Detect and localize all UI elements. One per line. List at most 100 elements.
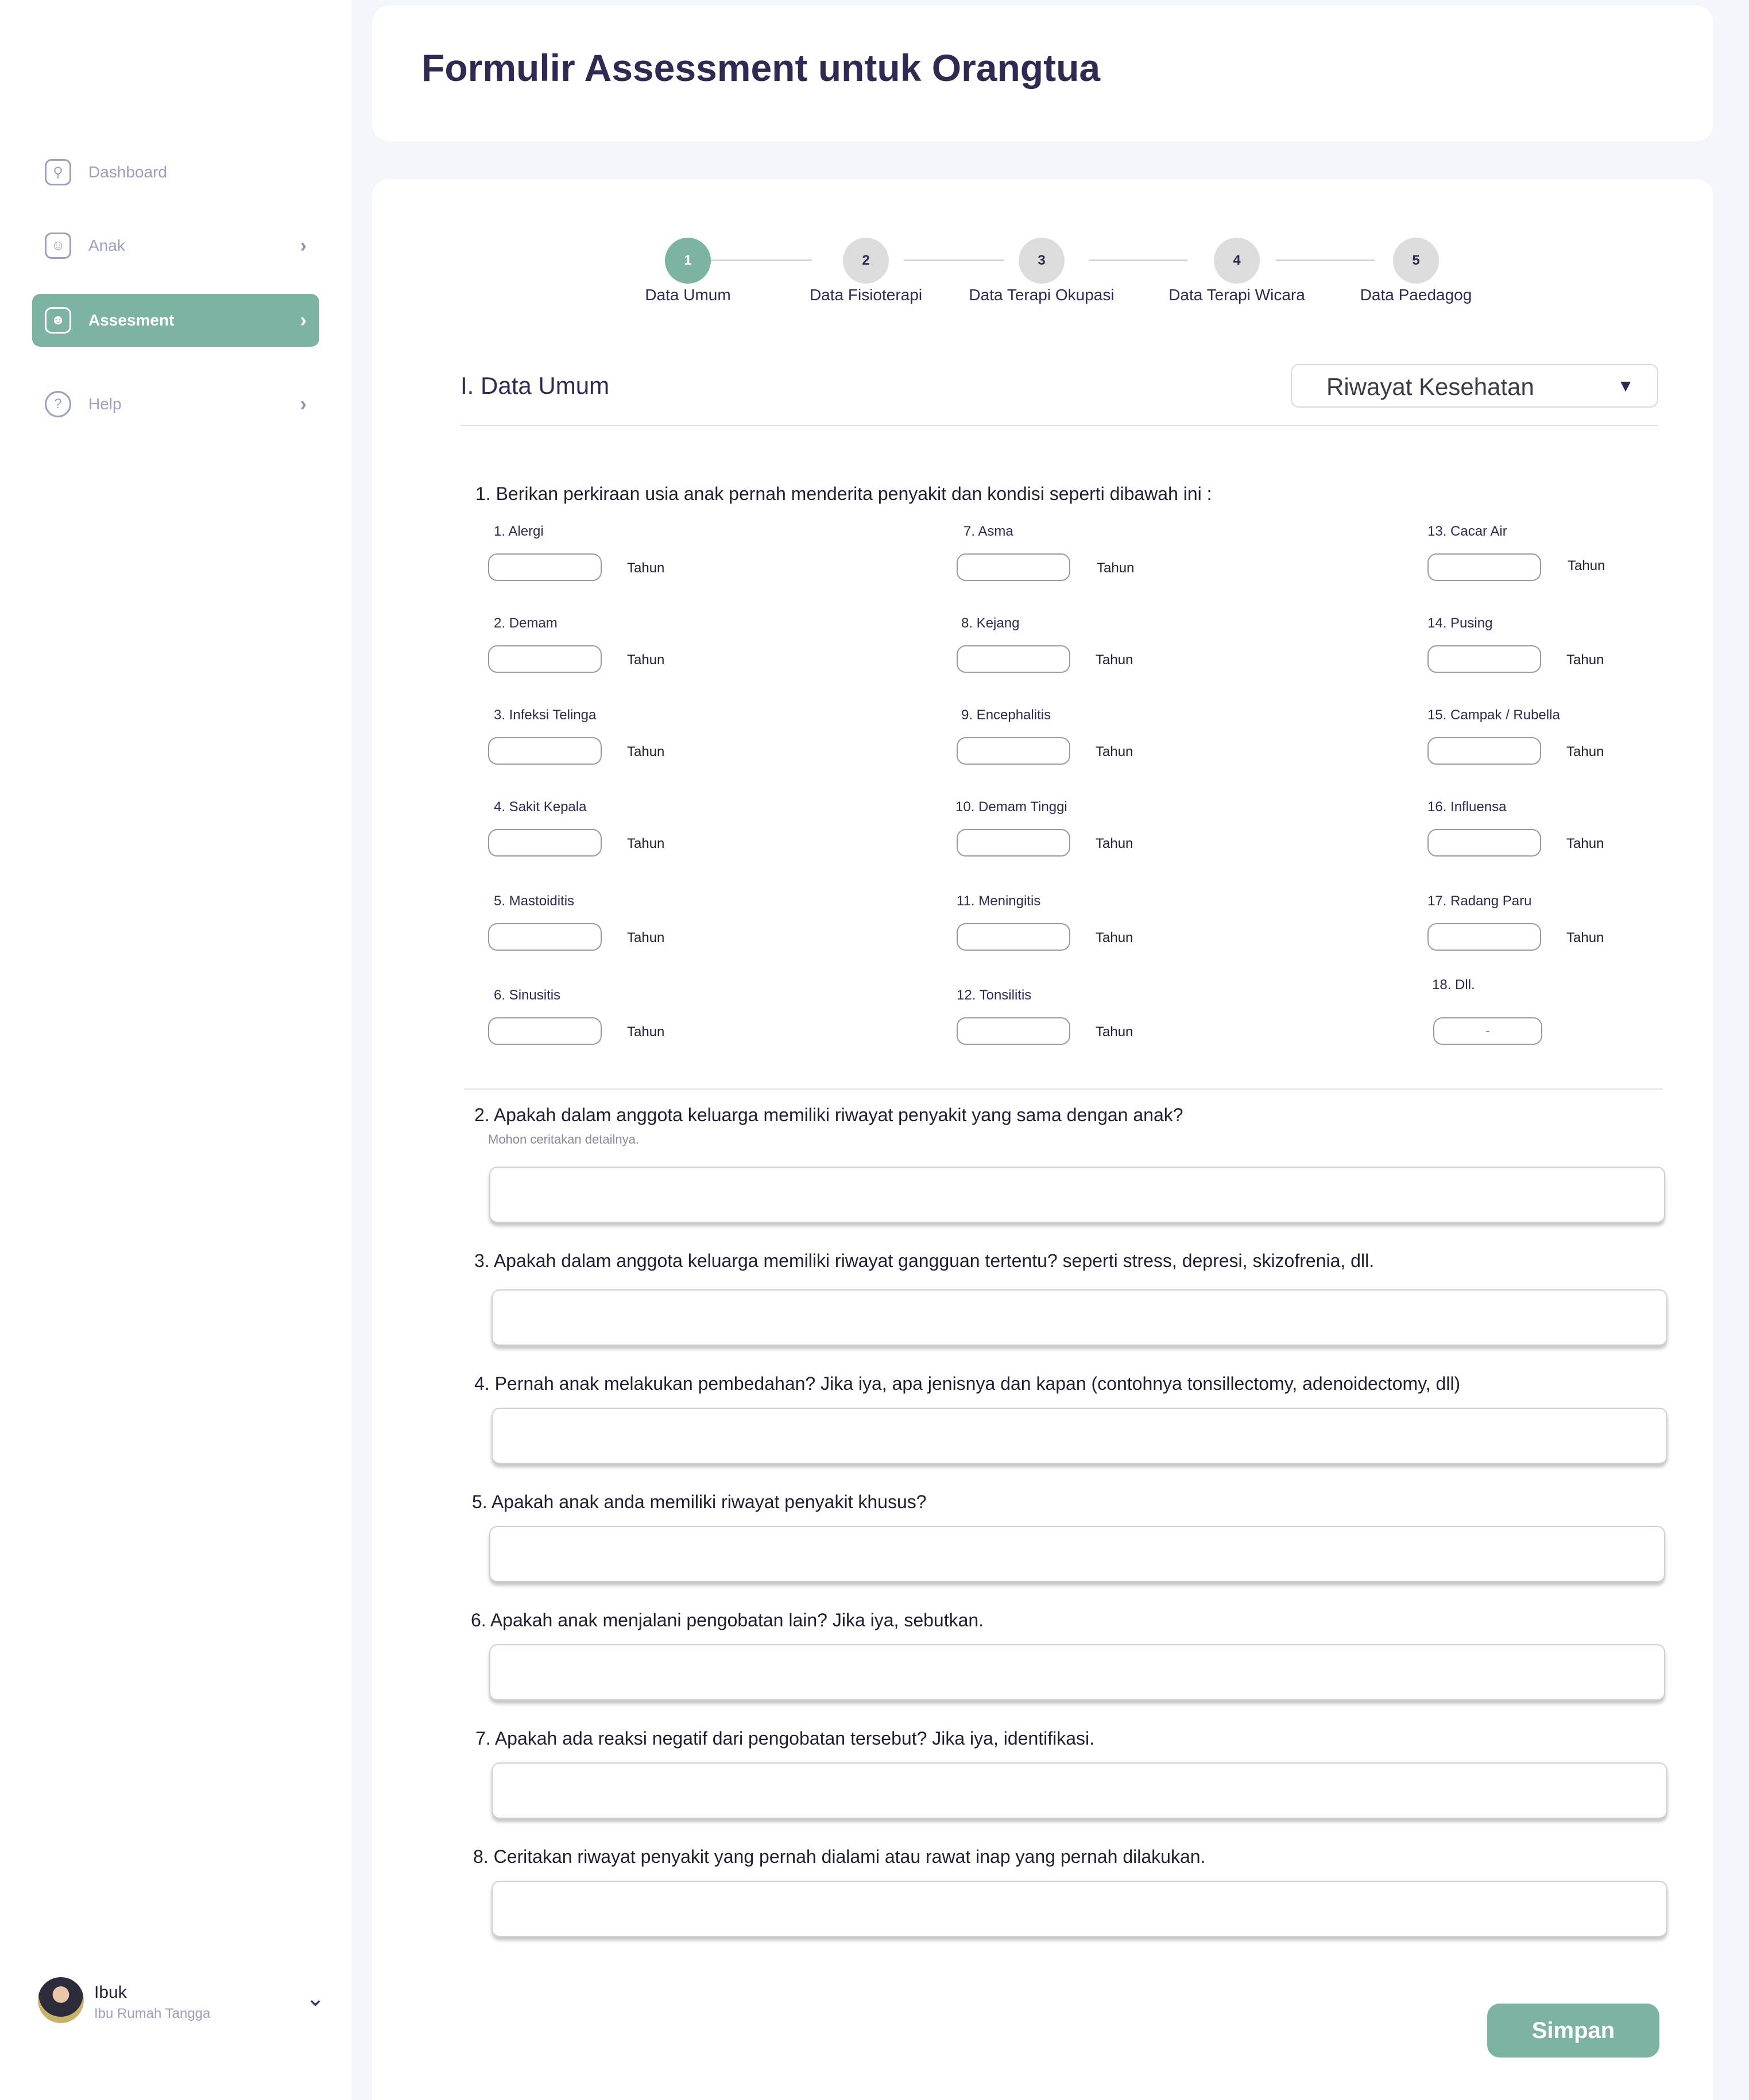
disease-label: 11. Meningitis — [957, 893, 1041, 909]
unit-label: Tahun — [1566, 930, 1604, 946]
unit-label: Tahun — [1096, 652, 1133, 668]
disease-label: 6. Sinusitis — [494, 987, 561, 1003]
question-7-text: 7. Apakah ada reaksi negatif dari pengob… — [475, 1728, 1095, 1749]
age-input-mastoiditis[interactable] — [488, 923, 602, 951]
unit-label: Tahun — [1566, 836, 1604, 851]
section-title: I. Data Umum — [461, 372, 610, 399]
chevron-down-icon: ▼ — [1617, 377, 1634, 396]
disease-label: 18. Dll. — [1432, 977, 1475, 993]
disease-label: 3. Infeksi Telinga — [494, 707, 597, 723]
dropdown-value: Riwayat Kesehatan — [1326, 373, 1534, 400]
age-input-infeksi-telinga[interactable] — [488, 737, 602, 765]
age-input-kejang[interactable] — [957, 645, 1070, 673]
divider — [464, 1088, 1663, 1090]
category-dropdown[interactable]: Riwayat Kesehatan ▼ — [1291, 364, 1658, 408]
age-input-sinusitis[interactable] — [488, 1017, 602, 1045]
chevron-right-icon: › — [300, 309, 307, 331]
disease-label: 17. Radang Paru — [1427, 893, 1532, 909]
stepper-connector — [1089, 259, 1187, 261]
smile-icon: ☺ — [45, 233, 71, 259]
age-input-demam[interactable] — [488, 645, 602, 673]
user-icon: ☻ — [45, 307, 71, 334]
stepper-connector — [1276, 259, 1375, 261]
user-profile[interactable]: Ibuk Ibu Rumah Tangga ⌄ — [38, 1975, 325, 2024]
search-icon: ⚲ — [45, 159, 71, 185]
disease-label: 5. Mastoiditis — [494, 893, 575, 909]
step-label: Data Paedagog — [1360, 286, 1472, 304]
age-input-radang-paru[interactable] — [1427, 923, 1541, 951]
answer-5-field[interactable] — [489, 1526, 1665, 1582]
answer-2-field[interactable] — [489, 1167, 1665, 1223]
age-input-demam-tinggi[interactable] — [957, 829, 1070, 857]
sidebar-item-label: Dashboard — [88, 163, 167, 181]
step-label: Data Terapi Okupasi — [969, 286, 1115, 304]
unit-label: Tahun — [627, 930, 665, 946]
age-input-cacar-air[interactable] — [1427, 553, 1541, 581]
age-input-encephalitis[interactable] — [957, 737, 1070, 765]
age-input-campak-rubella[interactable] — [1427, 737, 1541, 765]
disease-label: 14. Pusing — [1427, 615, 1493, 631]
age-input-asma[interactable] — [957, 553, 1070, 581]
age-input-sakit-kepala[interactable] — [488, 829, 602, 857]
disease-label: 1. Alergi — [494, 524, 544, 539]
disease-label: 8. Kejang — [961, 615, 1020, 631]
sidebar-item-anak[interactable]: ☺ Anak › — [32, 219, 319, 272]
age-input-tonsilitis[interactable] — [957, 1017, 1070, 1045]
sidebar-item-assesment[interactable]: ☻ Assesment › — [32, 294, 319, 347]
step-1[interactable]: 1 — [665, 238, 711, 284]
step-2[interactable]: 2 — [843, 238, 889, 284]
age-input-meningitis[interactable] — [957, 923, 1070, 951]
sidebar-item-dashboard[interactable]: ⚲ Dashboard — [32, 146, 319, 199]
header-card: Formulir Assessment untuk Orangtua — [372, 6, 1713, 141]
step-5[interactable]: 5 — [1393, 238, 1439, 284]
sidebar-item-help[interactable]: ? Help › — [32, 378, 319, 431]
unit-label: Tahun — [1097, 560, 1135, 576]
disease-label: 10. Demam Tinggi — [955, 799, 1067, 815]
disease-label: 9. Encephalitis — [961, 707, 1051, 723]
answer-7-field[interactable] — [492, 1762, 1667, 1819]
step-label: Data Terapi Wicara — [1168, 286, 1305, 304]
question-2-hint: Mohon ceritakan detailnya. — [488, 1132, 639, 1146]
divider — [461, 425, 1658, 426]
unit-label: Tahun — [627, 652, 665, 668]
page-title: Formulir Assessment untuk Orangtua — [421, 47, 1101, 89]
answer-3-field[interactable] — [492, 1289, 1667, 1346]
sidebar: ⚲ Dashboard ☺ Anak › ☻ Assesment › ? Hel… — [0, 0, 351, 2100]
unit-label: Tahun — [1566, 744, 1604, 760]
other-disease-input[interactable] — [1433, 1017, 1542, 1045]
user-role: Ibu Rumah Tangga — [94, 2006, 211, 2021]
sidebar-item-label: Assesment — [88, 311, 175, 329]
answer-8-field[interactable] — [492, 1881, 1667, 1937]
unit-label: Tahun — [1566, 652, 1604, 668]
help-icon: ? — [45, 391, 71, 417]
age-input-alergi[interactable] — [488, 553, 602, 581]
step-label: Data Umum — [645, 286, 731, 304]
step-label: Data Fisioterapi — [809, 286, 923, 304]
unit-label: Tahun — [627, 744, 665, 760]
unit-label: Tahun — [1096, 836, 1133, 851]
avatar — [38, 1977, 84, 2023]
answer-4-field[interactable] — [492, 1408, 1667, 1464]
question-8-text: 8. Ceritakan riwayat penyakit yang perna… — [473, 1846, 1206, 1867]
chevron-down-icon[interactable]: ⌄ — [305, 1985, 325, 2012]
step-3[interactable]: 3 — [1019, 238, 1065, 284]
save-button[interactable]: Simpan — [1487, 2004, 1659, 2058]
question-3-text: 3. Apakah dalam anggota keluarga memilik… — [474, 1250, 1375, 1271]
age-input-influensa[interactable] — [1427, 829, 1541, 857]
unit-label: Tahun — [1096, 1024, 1133, 1040]
stepper-connector — [711, 259, 812, 261]
stepper-connector — [904, 259, 1004, 261]
question-2-text: 2. Apakah dalam anggota keluarga memilik… — [474, 1105, 1183, 1125]
disease-label: 12. Tonsilitis — [957, 987, 1032, 1003]
disease-label: 15. Campak / Rubella — [1427, 707, 1560, 723]
sidebar-item-label: Anak — [88, 237, 125, 254]
step-4[interactable]: 4 — [1214, 238, 1260, 284]
user-name: Ibuk — [94, 1983, 127, 2002]
sidebar-item-label: Help — [88, 395, 122, 413]
answer-6-field[interactable] — [489, 1644, 1665, 1700]
disease-label: 13. Cacar Air — [1427, 524, 1507, 539]
unit-label: Tahun — [627, 560, 665, 576]
age-input-pusing[interactable] — [1427, 645, 1541, 673]
question-1-text: 1. Berikan perkiraan usia anak pernah me… — [475, 483, 1212, 504]
chevron-right-icon: › — [300, 234, 307, 257]
